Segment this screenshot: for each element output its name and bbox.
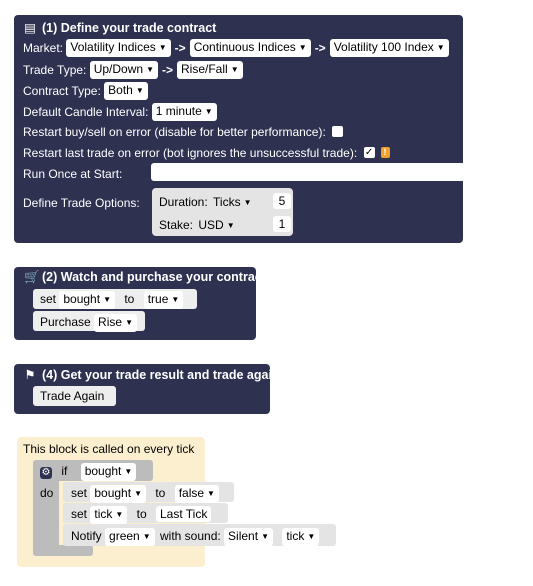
block4-header: ⚑ (4) Get your trade result and trade aga… bbox=[24, 367, 280, 382]
if-row: ⚙ if bought ▼ bbox=[40, 463, 137, 481]
candle-interval-dropdown[interactable]: 1 minute ▼ bbox=[151, 103, 217, 121]
if-label: if bbox=[61, 464, 68, 478]
stake-input[interactable]: 1 bbox=[273, 216, 291, 232]
restart-buysell-label: Restart buy/sell on error (disable for b… bbox=[23, 124, 326, 139]
set1-label: set bbox=[71, 486, 88, 500]
run-once-row: Run Once at Start: bbox=[23, 166, 122, 181]
set2-label: set bbox=[71, 507, 88, 521]
if-condition-dropdown[interactable]: bought ▼ bbox=[80, 463, 137, 481]
set-tick-row: set tick ▼ to Last Tick bbox=[71, 506, 212, 524]
set1-variable-dropdown[interactable]: bought ▼ bbox=[90, 485, 146, 503]
contract-type-row: Contract Type: Both ▼ bbox=[23, 82, 148, 100]
stake-currency-dropdown[interactable]: USD ▼ bbox=[196, 217, 238, 235]
block1-header: ▤ (1) Define your trade contract bbox=[24, 20, 216, 35]
market-dropdown[interactable]: Volatility Indices ▼ bbox=[66, 39, 171, 57]
run-once-slot[interactable] bbox=[151, 163, 463, 181]
underlying-dropdown[interactable]: Volatility 100 Index ▼ bbox=[329, 39, 449, 57]
trade-type-label: Trade Type: bbox=[23, 63, 87, 77]
restart-last-label: Restart last trade on error (bot ignores… bbox=[23, 145, 358, 160]
contract-type-dropdown[interactable]: Both ▼ bbox=[104, 82, 148, 100]
set-bought-false-row: set bought ▼ to false ▼ bbox=[71, 485, 219, 503]
if-block-bottom[interactable] bbox=[33, 545, 93, 556]
warning-icon[interactable]: ! bbox=[380, 147, 390, 159]
gear-icon[interactable]: ⚙ bbox=[40, 467, 52, 479]
notify-color-dropdown[interactable]: green ▼ bbox=[105, 528, 155, 546]
arrow-1: -> bbox=[174, 41, 186, 55]
tick-block-title: This block is called on every tick bbox=[23, 442, 195, 456]
block4-title: (4) Get your trade result and trade agai… bbox=[42, 368, 280, 382]
block2-header: 🛒 (2) Watch and purchase your contract bbox=[24, 270, 266, 285]
duration-unit-dropdown[interactable]: Ticks ▼ bbox=[211, 194, 255, 212]
define-options-label: Define Trade Options: bbox=[23, 195, 140, 210]
trade-type-row: Trade Type: Up/Down ▼ -> Rise/Fall ▼ bbox=[23, 61, 243, 79]
arrow-2: -> bbox=[314, 41, 326, 55]
market-label: Market: bbox=[23, 41, 64, 55]
duration-label: Duration: bbox=[159, 195, 208, 209]
block1-title: (1) Define your trade contract bbox=[42, 21, 217, 35]
flag-icon: ⚑ bbox=[24, 368, 36, 382]
trade-again-label: Trade Again bbox=[40, 389, 105, 403]
restart-buysell-checkbox[interactable] bbox=[332, 126, 344, 138]
purchase-label: Purchase bbox=[40, 315, 91, 329]
trade-type-category-dropdown[interactable]: Up/Down ▼ bbox=[89, 61, 158, 79]
stake-label: Stake: bbox=[159, 218, 194, 232]
sound-dropdown[interactable]: Silent ▼ bbox=[224, 528, 273, 546]
arrow-3: -> bbox=[162, 63, 174, 77]
contract-type-label: Contract Type: bbox=[23, 84, 101, 98]
variable-dropdown[interactable]: bought ▼ bbox=[59, 291, 115, 309]
cart-icon: 🛒 bbox=[24, 270, 40, 284]
set-label: set bbox=[40, 292, 57, 306]
run-once-label: Run Once at Start: bbox=[23, 166, 123, 181]
candle-interval-label: Default Candle Interval: bbox=[23, 105, 149, 119]
block2-title: (2) Watch and purchase your contract bbox=[42, 270, 266, 284]
notify-label: Notify bbox=[71, 529, 102, 543]
contract-icon: ▤ bbox=[24, 21, 36, 35]
trade-type-dropdown[interactable]: Rise/Fall ▼ bbox=[177, 61, 243, 79]
with-sound-label: with sound: bbox=[160, 529, 221, 543]
duration-row: Duration: Ticks ▼ bbox=[159, 194, 256, 212]
notify-row: Notify green ▼ with sound: Silent ▼ tick ▼ bbox=[71, 528, 320, 546]
set-bought-row: set bought ▼ to true ▼ bbox=[40, 291, 184, 309]
set2-to-label: to bbox=[136, 507, 147, 521]
define-options-row: Define Trade Options: bbox=[23, 195, 140, 210]
set2-variable-dropdown[interactable]: tick ▼ bbox=[90, 506, 128, 524]
notify-message-dropdown[interactable]: tick ▼ bbox=[282, 528, 320, 546]
restart-buysell-row: Restart buy/sell on error (disable for b… bbox=[23, 124, 344, 139]
purchase-row: Purchase Rise ▼ bbox=[40, 314, 137, 332]
purchase-dropdown[interactable]: Rise ▼ bbox=[94, 314, 137, 332]
candle-interval-row: Default Candle Interval: 1 minute ▼ bbox=[23, 103, 217, 121]
do-label: do bbox=[40, 486, 54, 500]
submarket-dropdown[interactable]: Continuous Indices ▼ bbox=[189, 39, 311, 57]
last-tick-block[interactable]: Last Tick bbox=[155, 506, 212, 522]
market-row: Market: Volatility Indices ▼ -> Continuous … bbox=[23, 39, 449, 57]
to-label: to bbox=[124, 292, 135, 306]
set1-value-dropdown[interactable]: false ▼ bbox=[174, 485, 219, 503]
boolean-dropdown[interactable]: true ▼ bbox=[143, 291, 184, 309]
set1-to-label: to bbox=[155, 486, 166, 500]
restart-last-checkbox[interactable]: ✓ bbox=[363, 147, 375, 159]
restart-last-row: Restart last trade on error (bot ignores… bbox=[23, 145, 390, 160]
stake-row: Stake: USD ▼ bbox=[159, 217, 239, 235]
duration-input[interactable]: 5 bbox=[273, 193, 291, 209]
